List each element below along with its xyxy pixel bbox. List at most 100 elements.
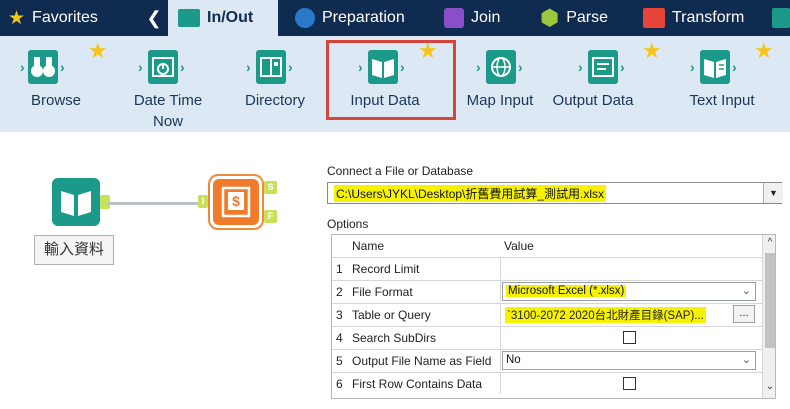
input-data-node[interactable] (52, 178, 100, 226)
file-format-select[interactable]: Microsoft Excel (*.xlsx) ⌄ (502, 282, 756, 301)
row-number: 3 (336, 308, 343, 322)
column-header-value: Value (504, 239, 534, 253)
tab-transform-label: Transform (672, 9, 745, 26)
chevron-down-icon: ⌄ (741, 285, 751, 297)
tool-map-input[interactable]: › › Map Input (458, 36, 542, 132)
chevron-down-icon[interactable]: ▼ (763, 183, 783, 203)
circle-icon (295, 8, 315, 28)
chevron-right-icon: › (288, 59, 293, 75)
row-number: 5 (336, 354, 343, 368)
option-name: Table or Query (352, 308, 431, 322)
record-limit-input[interactable] (500, 258, 762, 279)
option-name: Search SubDirs (352, 331, 437, 345)
column-header-name: Name (352, 239, 385, 253)
option-row-output-file-name[interactable]: 5 Output File Name as Field No ⌄ (332, 349, 762, 372)
file-path-value: C:\Users\JYKL\Desktop\折舊費用試算_測試用.xlsx (334, 185, 607, 202)
flag-icon (643, 8, 665, 28)
tab-favorites-label: Favorites (32, 9, 98, 26)
tab-preparation-label: Preparation (322, 9, 405, 26)
tool-browse-label: Browse (30, 92, 82, 109)
folder-icon (178, 9, 200, 27)
chevron-right-icon: › (732, 59, 737, 75)
output-file-name-cell: No ⌄ (500, 350, 762, 371)
tab-in-out[interactable]: In/Out (168, 0, 278, 36)
options-scrollbar[interactable]: ^ ⌄ (762, 235, 775, 398)
tool-browse[interactable]: › › ★ Browse (8, 36, 108, 132)
tab-scroll-back-button[interactable]: ❮ (140, 0, 168, 36)
input-node-label: 輸入資料 (34, 235, 114, 265)
output-file-name-select[interactable]: No ⌄ (502, 351, 756, 370)
option-name: File Format (352, 285, 413, 299)
output-data-node[interactable]: $ (213, 179, 259, 225)
tab-in-out-label: In/Out (207, 9, 254, 26)
chevron-down-icon: ⌄ (741, 354, 751, 366)
tool-output-data-label: Output Data (552, 92, 634, 109)
file-format-value: Microsoft Excel (*.xlsx) (506, 285, 627, 297)
chevron-right-icon: › (180, 59, 185, 75)
tab-preparation[interactable]: Preparation (295, 0, 405, 36)
chevron-right-icon: › (476, 59, 481, 75)
tab-overflow-icon (772, 8, 790, 28)
book-icon (61, 191, 91, 216)
row-number: 6 (336, 377, 343, 391)
scroll-down-icon[interactable]: ⌄ (763, 381, 775, 392)
scroll-up-icon[interactable]: ^ (763, 237, 775, 248)
text-input-icon (700, 50, 730, 84)
chevron-right-icon: › (20, 59, 25, 75)
option-row-file-format[interactable]: 2 File Format Microsoft Excel (*.xlsx) ⌄ (332, 280, 762, 303)
file-format-cell: Microsoft Excel (*.xlsx) ⌄ (500, 281, 762, 302)
chevron-right-icon: › (138, 59, 143, 75)
option-row-table-or-query[interactable]: 3 Table or Query `3100-2072 2020台北財產目錄(S… (332, 303, 762, 326)
square-icon (444, 8, 464, 28)
svg-text:$: $ (232, 193, 240, 209)
row-number: 4 (336, 331, 343, 345)
tool-text-input-label: Text Input (689, 92, 755, 109)
output-node-success-anchor[interactable]: S (264, 181, 277, 194)
tool-directory-label: Directory (244, 92, 305, 109)
file-path-combo[interactable]: C:\Users\JYKL\Desktop\折舊費用試算_測試用.xlsx ▼ (327, 182, 783, 204)
directory-icon (256, 50, 286, 84)
star-icon: ★ (8, 7, 26, 29)
output-node-input-anchor[interactable]: I (198, 195, 208, 208)
row-number: 1 (336, 262, 343, 276)
options-grid-header: Name Value (332, 235, 762, 257)
tool-date-time-now-label: Date Time Now (133, 92, 203, 130)
globe-icon (486, 50, 516, 84)
dollar-document-icon: $ (221, 186, 251, 218)
output-node-failure-anchor[interactable]: F (264, 210, 277, 223)
connection-wire[interactable] (108, 202, 204, 205)
favorite-star-icon: ★ (642, 38, 662, 63)
tab-overflow[interactable] (772, 0, 790, 36)
chevron-right-icon: › (620, 59, 625, 75)
chevron-right-icon: › (60, 59, 65, 75)
tool-text-input[interactable]: › › ★ Text Input (680, 36, 790, 132)
option-name: Output File Name as Field (352, 354, 492, 368)
option-row-first-row-contains-data[interactable]: 6 First Row Contains Data (332, 372, 762, 395)
chevron-left-icon: ❮ (146, 7, 162, 28)
tool-map-input-label: Map Input (466, 92, 534, 109)
tool-category-tab-bar: ★ Favorites ❮ In/Out Preparation Join ⬢ … (0, 0, 790, 36)
tool-output-data[interactable]: › › ★ Output Data (553, 36, 668, 132)
tab-parse[interactable]: ⬢ Parse (540, 0, 608, 36)
tab-join[interactable]: Join (444, 0, 500, 36)
first-row-cell (500, 373, 762, 394)
scrollbar-thumb[interactable] (765, 253, 775, 348)
option-row-record-limit[interactable]: 1 Record Limit (332, 257, 762, 280)
tool-date-time-now[interactable]: › › Date Time Now (118, 36, 218, 132)
table-query-browse-button[interactable]: ... (733, 305, 755, 323)
option-row-search-subdirs[interactable]: 4 Search SubDirs (332, 326, 762, 349)
output-file-name-value: No (506, 354, 521, 366)
tool-directory[interactable]: › › Directory (230, 36, 320, 132)
table-query-value[interactable]: `3100-2072 2020台北財產目錄(SAP)... (505, 307, 706, 323)
tab-favorites[interactable]: ★ Favorites (8, 0, 98, 36)
options-grid: Name Value 1 Record Limit 2 File Format … (331, 234, 776, 399)
options-label: Options (327, 217, 369, 231)
first-row-contains-data-checkbox[interactable] (623, 377, 636, 390)
tab-transform[interactable]: Transform (643, 0, 744, 36)
configuration-panel: Connect a File or Database C:\Users\JYKL… (321, 160, 790, 409)
option-name: First Row Contains Data (352, 377, 483, 391)
row-number: 2 (336, 285, 343, 299)
favorite-star-icon: ★ (754, 38, 774, 63)
search-subdirs-checkbox[interactable] (623, 331, 636, 344)
chevron-right-icon: › (246, 59, 251, 75)
